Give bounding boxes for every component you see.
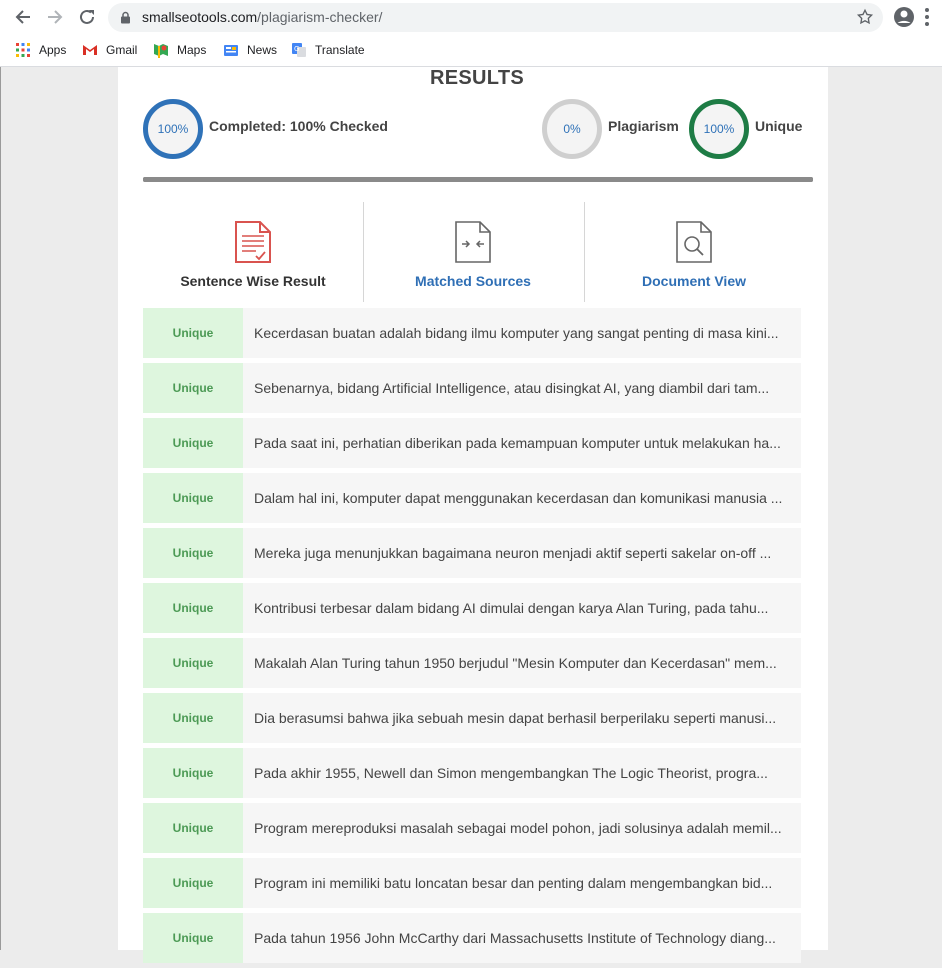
sentence-text[interactable]: Pada saat ini, perhatian diberikan pada … (254, 418, 800, 468)
plagiarism-ring: 0% (542, 99, 602, 159)
sentence-row[interactable]: Unique Pada tahun 1956 John McCarthy dari… (143, 913, 801, 963)
sentence-text[interactable]: Pada tahun 1956 John McCarthy dari Massa… (254, 913, 800, 963)
bookmarks-bar: Apps Gmail Maps News G Translate (0, 34, 942, 67)
results-card: RESULTS 100% Completed: 100% Checked 0% … (118, 67, 828, 963)
sentence-row[interactable]: Unique Mereka juga menunjukkan bagaimana … (143, 528, 801, 578)
unique-label: Unique (755, 118, 803, 134)
unique-ring: 100% (689, 99, 749, 159)
tab-matched-sources[interactable]: Matched Sources (363, 202, 583, 302)
sentence-row[interactable]: Unique Sebenarnya, bidang Artificial Inte… (143, 363, 801, 413)
browser-toolbar: smallseotools.com/plagiarism-checker/ (0, 0, 942, 34)
sentence-text[interactable]: Kontribusi terbesar dalam bidang AI dimu… (254, 583, 800, 633)
unique-status-badge: Unique (143, 473, 243, 523)
sentence-doc-icon (234, 220, 272, 269)
bookmark-label: Apps (39, 43, 67, 57)
sentence-row[interactable]: Unique Program mereproduksi masalah sebag… (143, 803, 801, 853)
sentence-row[interactable]: Unique Dia berasumsi bahwa jika sebuah me… (143, 693, 801, 743)
sentence-text[interactable]: Program ini memiliki batu loncatan besar… (254, 858, 800, 908)
tab-label: Document View (642, 273, 746, 289)
url-text: smallseotools.com/plagiarism-checker/ (142, 9, 383, 25)
back-arrow-icon[interactable] (12, 6, 34, 28)
completed-percent: 100% (157, 122, 189, 136)
forward-arrow-icon[interactable] (44, 6, 66, 28)
apps-grid-icon (15, 42, 31, 58)
sentence-text[interactable]: Kecerdasan buatan adalah bidang ilmu kom… (254, 308, 800, 358)
sentence-text[interactable]: Makalah Alan Turing tahun 1950 berjudul … (254, 638, 800, 688)
sentence-results-list: Unique Kecerdasan buatan adalah bidang il… (143, 308, 801, 968)
sentence-row[interactable]: Unique Kontribusi terbesar dalam bidang A… (143, 583, 801, 633)
sentence-row[interactable]: Unique Makalah Alan Turing tahun 1950 ber… (143, 638, 801, 688)
address-bar[interactable]: smallseotools.com/plagiarism-checker/ (108, 3, 883, 32)
sentence-text[interactable]: Mereka juga menunjukkan bagaimana neuron… (254, 528, 800, 578)
tab-sentence-wise-result[interactable]: Sentence Wise Result (143, 202, 363, 302)
sentence-text[interactable]: Pada akhir 1955, Newell dan Simon mengem… (254, 748, 800, 798)
gmail-icon (82, 42, 98, 58)
unique-status-badge: Unique (143, 528, 243, 578)
results-title: RESULTS (430, 67, 524, 89)
unique-status-badge: Unique (143, 418, 243, 468)
tab-label: Sentence Wise Result (180, 273, 326, 289)
plagiarism-label: Plagiarism (608, 118, 679, 134)
bookmark-label: Maps (177, 43, 207, 57)
unique-status-badge: Unique (143, 638, 243, 688)
unique-status-badge: Unique (143, 308, 243, 358)
svg-text:G: G (294, 45, 299, 53)
bookmark-star-icon[interactable] (856, 8, 874, 31)
sentence-row[interactable]: Unique Program ini memiliki batu loncatan… (143, 858, 801, 908)
unique-status-badge: Unique (143, 748, 243, 798)
bookmark-translate[interactable]: G Translate (291, 41, 365, 59)
unique-status-badge: Unique (143, 858, 243, 908)
bookmark-apps[interactable]: Apps (15, 41, 66, 59)
bookmark-gmail[interactable]: Gmail (82, 41, 137, 59)
tab-label: Matched Sources (415, 273, 531, 289)
bookmark-label: Translate (315, 43, 365, 57)
bookmark-label: News (247, 43, 278, 57)
page-viewport: RESULTS 100% Completed: 100% Checked 0% … (0, 67, 942, 963)
unique-status-badge: Unique (143, 913, 243, 963)
completed-label: Completed: 100% Checked (209, 118, 388, 134)
unique-percent: 100% (703, 122, 735, 136)
plagiarism-percent: 0% (563, 122, 581, 136)
tab-document-view[interactable]: Document View (584, 202, 804, 302)
sentence-row[interactable]: Unique Dalam hal ini, komputer dapat meng… (143, 473, 801, 523)
search-doc-icon (675, 220, 713, 269)
unique-status-badge: Unique (143, 363, 243, 413)
sentence-row[interactable]: Unique Kecerdasan buatan adalah bidang il… (143, 308, 801, 358)
sentence-row[interactable]: Unique Pada saat ini, perhatian diberikan… (143, 418, 801, 468)
progress-fill (143, 177, 813, 182)
sentence-row[interactable]: Unique Pada akhir 1955, Newell dan Simon … (143, 748, 801, 798)
kebab-menu-icon[interactable] (924, 7, 930, 32)
reload-icon[interactable] (76, 6, 98, 28)
overall-progress-bar (143, 177, 813, 182)
news-icon (223, 42, 239, 58)
unique-status-badge: Unique (143, 693, 243, 743)
sentence-text[interactable]: Dia berasumsi bahwa jika sebuah mesin da… (254, 693, 800, 743)
bookmark-label: Gmail (106, 43, 138, 57)
profile-avatar-icon[interactable] (893, 6, 915, 33)
sentence-text[interactable]: Program mereproduksi masalah sebagai mod… (254, 803, 800, 853)
sentence-text[interactable]: Dalam hal ini, komputer dapat menggunaka… (254, 473, 800, 523)
bookmark-news[interactable]: News (223, 41, 277, 59)
translate-icon: G (291, 42, 307, 58)
unique-status-badge: Unique (143, 583, 243, 633)
completed-progress-ring: 100% (143, 99, 203, 159)
maps-icon (153, 42, 169, 58)
sentence-text[interactable]: Sebenarnya, bidang Artificial Intelligen… (254, 363, 800, 413)
lock-icon (120, 11, 131, 29)
bookmark-maps[interactable]: Maps (153, 41, 206, 59)
compare-doc-icon (454, 220, 492, 269)
unique-status-badge: Unique (143, 803, 243, 853)
